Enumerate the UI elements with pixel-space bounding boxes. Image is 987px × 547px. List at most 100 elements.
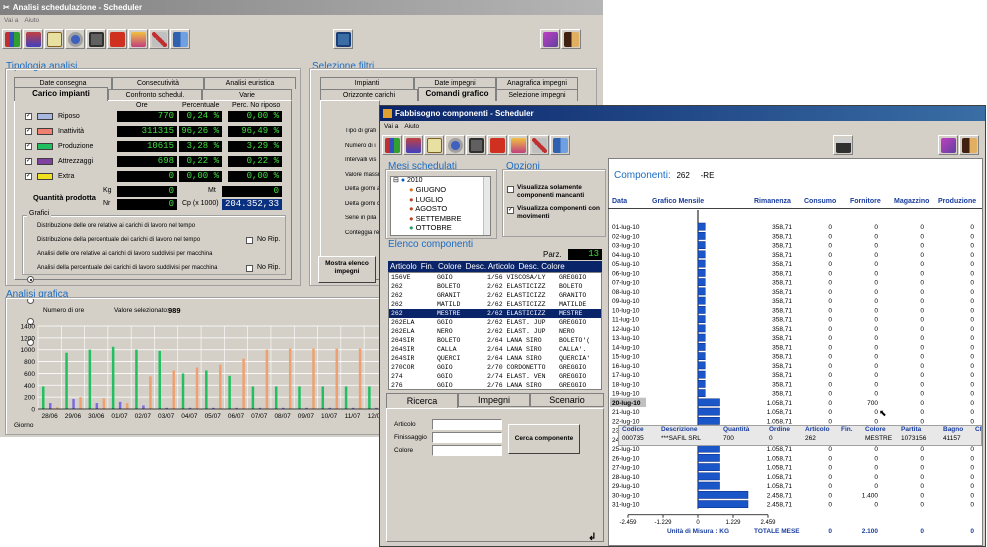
date-cell[interactable]: 10-lug-10 xyxy=(612,307,640,314)
load-bar[interactable] xyxy=(88,349,92,409)
load-bar[interactable] xyxy=(125,403,129,409)
load-bar[interactable] xyxy=(79,397,82,409)
load-bar[interactable] xyxy=(265,349,269,409)
load-bar[interactable] xyxy=(228,375,231,409)
date-cell[interactable]: 11-lug-10 xyxy=(612,317,639,324)
component-row[interactable]: 262 MATILD 2/62 ELASTICIZZ MATILDE xyxy=(389,300,601,309)
load-bar[interactable] xyxy=(118,401,122,409)
date-cell[interactable]: 03-lug-10 xyxy=(612,243,640,250)
tools-icon[interactable] xyxy=(529,135,549,155)
clipboard-icon[interactable] xyxy=(466,135,486,155)
date-cell[interactable]: 07-lug-10 xyxy=(612,280,640,287)
component-row[interactable]: 262 GRANIT 2/62 ELASTICIZZ GRANITO xyxy=(389,291,601,300)
tab-comandi-grafico[interactable]: Comandi grafico xyxy=(418,87,496,101)
load-bar[interactable] xyxy=(274,386,278,409)
comp-col-6[interactable]: Produzione xyxy=(938,198,976,205)
component-row[interactable]: 270COR GGIO 2/70 CORDONETTO GREGGIO xyxy=(389,363,601,372)
load-row-3-checkbox[interactable]: ✓ xyxy=(25,158,32,165)
cerca-componente-button[interactable]: Cerca componente xyxy=(508,424,580,454)
load-bar[interactable] xyxy=(135,349,138,409)
date-cell[interactable]: 02-lug-10 xyxy=(612,233,640,240)
date-cell[interactable]: 08-lug-10 xyxy=(612,289,640,296)
comp-col-5[interactable]: Magazzino xyxy=(894,198,929,205)
chart-icon[interactable] xyxy=(128,29,148,49)
opt-movimenti-checkbox[interactable]: ✓ xyxy=(507,207,514,214)
grafici-option-0-radio[interactable] xyxy=(27,276,34,283)
articolo-input[interactable] xyxy=(432,419,502,430)
comp-col-4[interactable]: Fornitore xyxy=(850,198,881,205)
load-bar[interactable] xyxy=(65,352,68,409)
comp-col-2[interactable]: Rimanenza xyxy=(754,198,791,205)
component-row[interactable]: 264SIR CALLA 2/64 LANA SIRO CALLA'. xyxy=(389,345,601,354)
date-cell[interactable]: 06-lug-10 xyxy=(612,270,640,277)
date-cell[interactable]: 21-lug-10 xyxy=(612,409,640,416)
load-bar[interactable] xyxy=(312,348,315,409)
tab-impegni[interactable]: Impegni xyxy=(458,393,530,407)
calendar-icon[interactable] xyxy=(107,29,127,49)
load-bar[interactable] xyxy=(158,350,161,409)
col-fin[interactable]: Fin. xyxy=(421,262,434,271)
books-icon[interactable] xyxy=(403,135,423,155)
tab-carico-impianti[interactable]: Carico impianti xyxy=(14,87,108,101)
comp-col-0[interactable]: Data xyxy=(612,198,627,205)
tab-impianti[interactable]: Impianti xyxy=(320,77,414,89)
load-bar[interactable] xyxy=(111,346,115,409)
date-cell[interactable]: 17-lug-10 xyxy=(612,372,640,379)
save-icon[interactable] xyxy=(333,29,353,49)
load-bar[interactable] xyxy=(95,403,99,409)
load-bar[interactable] xyxy=(49,403,52,409)
date-cell[interactable]: 12-lug-10 xyxy=(612,326,640,333)
tree-month-2[interactable]: ● AGOSTO xyxy=(391,204,490,214)
opt-mancanti-checkbox[interactable] xyxy=(507,186,514,193)
date-cell[interactable]: 09-lug-10 xyxy=(612,298,640,305)
component-row[interactable]: 262ELA NERO 2/62 ELAST. JUP NERO xyxy=(389,327,601,336)
network-icon[interactable] xyxy=(550,135,570,155)
load-bar[interactable] xyxy=(219,364,222,409)
tab-ricerca[interactable]: Ricerca xyxy=(386,393,458,409)
date-cell[interactable]: 26-lug-10 xyxy=(612,455,640,462)
load-row-4-checkbox[interactable]: ✓ xyxy=(25,173,32,180)
tree-year[interactable]: ⊟ ● 2010 xyxy=(391,177,490,185)
tab-consecutivita[interactable]: Consecutività xyxy=(112,77,204,89)
load-bar[interactable] xyxy=(149,376,152,409)
load-bar[interactable] xyxy=(344,386,348,409)
load-chart[interactable]: 0 200 400 600 800 1000 1200 1400 28/06 29/06 30/06… xyxy=(8,313,438,433)
planning-icon[interactable] xyxy=(382,135,402,155)
menu-vai-a[interactable]: Vai a xyxy=(4,17,18,24)
mesi-tree[interactable]: ⊟ ● 2010 ● GIUGNO ● LUGLIO ● AGOSTO ● SETTE… xyxy=(390,176,491,236)
tree-month-4[interactable]: ● OTTOBRE xyxy=(391,223,490,233)
tab-anagrafica-impegni[interactable]: Anagrafica impegni xyxy=(496,77,578,89)
help-book-icon[interactable] xyxy=(938,135,958,155)
comp-col-3[interactable]: Consumo xyxy=(804,198,836,205)
colore-input[interactable] xyxy=(432,445,502,456)
print-icon[interactable] xyxy=(833,135,853,155)
component-row[interactable]: 276 GGIO 2/76 LANA SIRO GREGGIO xyxy=(389,381,601,389)
date-cell[interactable]: 28-lug-10 xyxy=(612,474,640,481)
tab-selezione-impegni[interactable]: Selezione impegni xyxy=(496,89,578,101)
date-cell[interactable]: 29-lug-10 xyxy=(612,483,640,490)
tree-month-3[interactable]: ● SETTEMBRE xyxy=(391,214,490,224)
date-cell[interactable]: 05-lug-10 xyxy=(612,261,640,268)
date-cell[interactable]: 20-lug-10 xyxy=(612,400,641,407)
load-bar[interactable] xyxy=(42,386,45,409)
component-row[interactable]: 264SIR BOLETO 2/64 LANA SIRO BOLETO'( xyxy=(389,336,601,345)
menu-vai-a[interactable]: Vai a xyxy=(384,123,398,130)
mesi-scrollbar[interactable] xyxy=(483,177,490,235)
date-cell[interactable]: 04-lug-10 xyxy=(612,252,640,259)
finissaggio-input[interactable] xyxy=(432,432,502,443)
help-book-icon[interactable] xyxy=(540,29,560,49)
exit-icon[interactable] xyxy=(561,29,581,49)
component-row[interactable]: 156VE GGIO 1/56 VISCOSA/LY GREGGIO xyxy=(389,273,601,282)
norip-2-checkbox[interactable] xyxy=(246,265,253,272)
load-bar[interactable] xyxy=(251,386,255,409)
component-row[interactable]: 262ELA GGIO 2/62 ELAST. JUP GREGGIO xyxy=(389,318,601,327)
elenco-list[interactable]: 156VE GGIO 1/56 VISCOSA/LY GREGGIO 262 B… xyxy=(388,272,602,390)
component-row[interactable]: 262 MESTRE 2/62 ELASTICIZZ MESTRE xyxy=(389,309,601,318)
load-row-1-checkbox[interactable]: ✓ xyxy=(25,128,32,135)
load-bar[interactable] xyxy=(298,386,301,409)
load-bar[interactable] xyxy=(335,348,339,409)
load-row-2-checkbox[interactable]: ✓ xyxy=(25,143,32,150)
clipboard-icon[interactable] xyxy=(86,29,106,49)
load-bar[interactable] xyxy=(172,370,175,409)
tree-month-1[interactable]: ● LUGLIO xyxy=(391,195,490,205)
